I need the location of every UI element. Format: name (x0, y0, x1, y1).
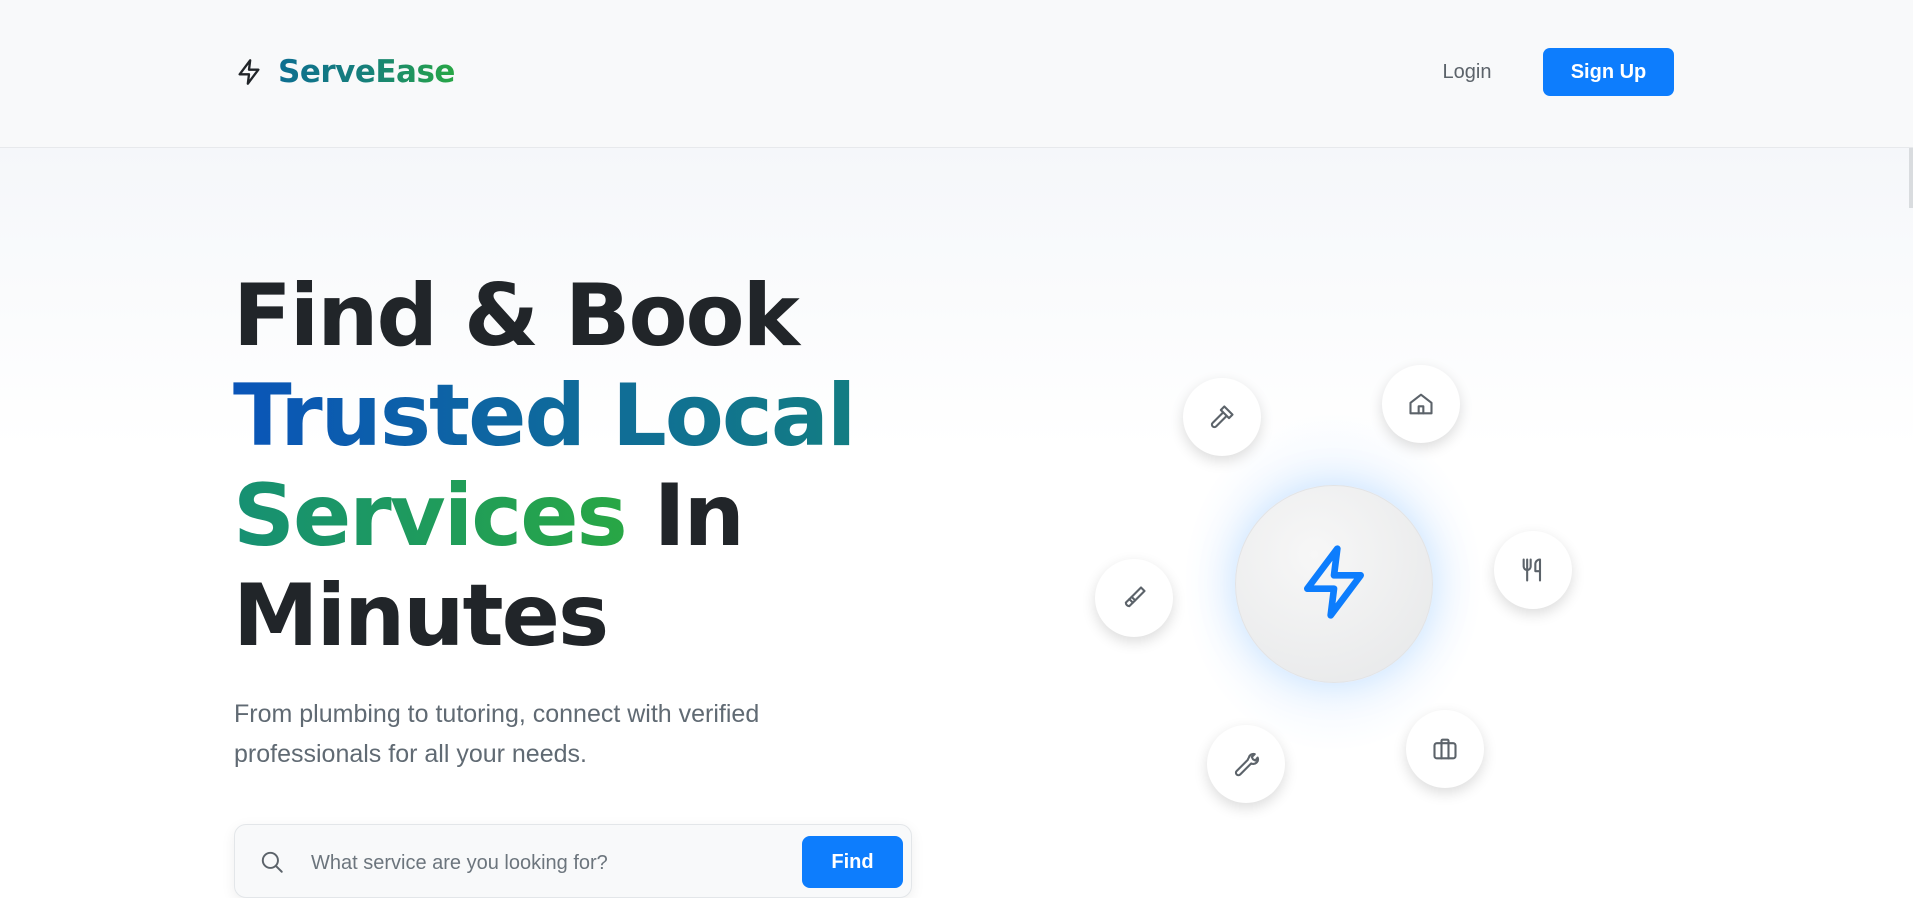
briefcase-icon[interactable] (1406, 710, 1484, 788)
search-input[interactable] (309, 843, 783, 883)
search-icon (259, 849, 285, 875)
utensils-icon[interactable] (1494, 531, 1572, 609)
top-navbar: ServeEase Login Sign Up (0, 0, 1913, 148)
lightning-bolt-icon (1294, 542, 1374, 627)
headline-line-4: Minutes (233, 566, 609, 666)
search-bar: Find (234, 824, 912, 898)
headline-in: In (653, 466, 745, 566)
login-link[interactable]: Login (1420, 48, 1514, 96)
headline-services: Services (233, 466, 628, 566)
find-button[interactable]: Find (802, 836, 903, 888)
brand-name: ServeEase (278, 54, 455, 90)
headline-trusted-local: Trusted Local (233, 366, 856, 466)
headline-line-2: Trusted Local (233, 366, 933, 466)
page: ServeEase Login Sign Up Find & Book Trus… (0, 0, 1913, 898)
paintbrush-icon[interactable] (1095, 559, 1173, 637)
wrench-icon[interactable] (1207, 725, 1285, 803)
lightning-bolt-icon (234, 57, 264, 87)
scrollbar[interactable] (1909, 148, 1913, 208)
brand-logo[interactable]: ServeEase (234, 52, 455, 92)
center-badge (1235, 485, 1433, 683)
headline-line-1: Find & Book (233, 266, 800, 366)
headline-line-3: Services In (233, 466, 933, 566)
signup-button[interactable]: Sign Up (1543, 48, 1674, 96)
hero-headline: Find & Book Trusted Local Services In Mi… (233, 266, 933, 666)
hero-subtext: From plumbing to tutoring, connect with … (234, 700, 760, 768)
hammer-icon[interactable] (1183, 378, 1261, 456)
home-icon[interactable] (1382, 365, 1460, 443)
